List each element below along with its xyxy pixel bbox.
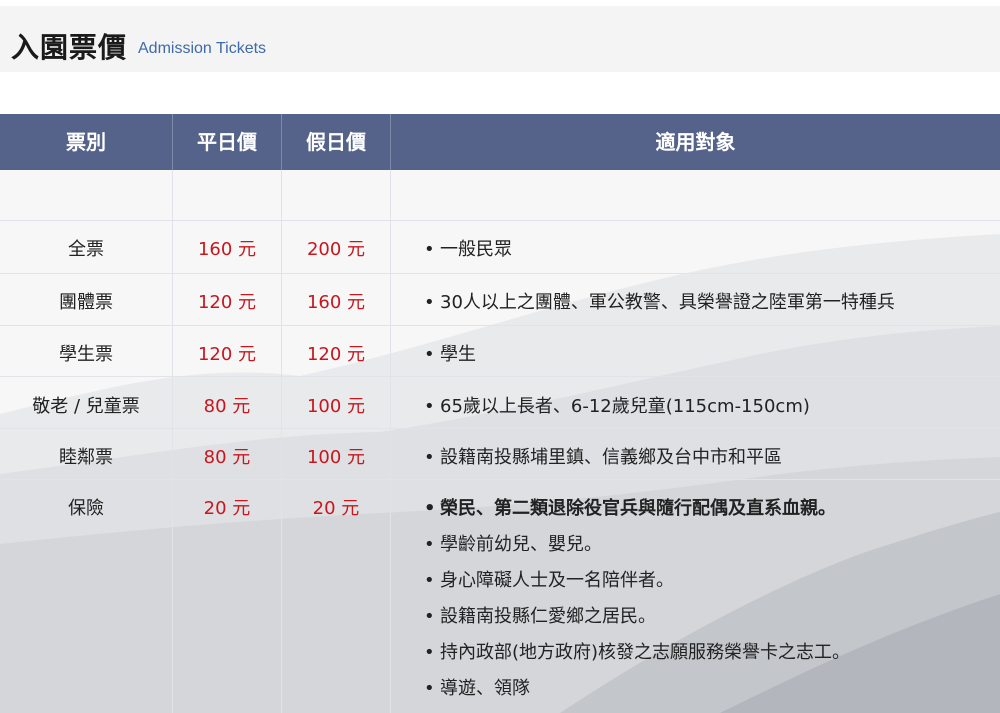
bullet-icon: • bbox=[424, 292, 435, 313]
table-header: 票別 平日價 假日價 適用對象 bbox=[0, 114, 1000, 170]
holiday-price: 120 元 bbox=[306, 344, 366, 365]
weekday-price: 20 元 bbox=[203, 498, 251, 519]
bullet-icon: • bbox=[424, 447, 435, 468]
holiday-price: 100 元 bbox=[306, 447, 366, 468]
holiday-price: 160 元 bbox=[306, 292, 366, 313]
ticket-type: 學生票 bbox=[59, 344, 113, 365]
bullet-icon: • bbox=[424, 678, 435, 699]
row-divider bbox=[0, 376, 1000, 377]
eligibility-item: • 身心障礙人士及一名陪伴者。 bbox=[424, 570, 674, 591]
holiday-price: 100 元 bbox=[306, 396, 366, 417]
header-holiday-price: 假日價 bbox=[306, 130, 366, 154]
ticket-type: 睦鄰票 bbox=[59, 447, 113, 468]
page-subtitle: Admission Tickets bbox=[138, 40, 267, 57]
col-divider bbox=[390, 114, 391, 713]
price-table: 票別 平日價 假日價 適用對象 全票 160 元 200 元 • 一般民眾 團體票… bbox=[0, 114, 1000, 713]
row-divider bbox=[0, 220, 1000, 221]
bullet-icon: • bbox=[424, 570, 435, 591]
page-title: 入園票價 bbox=[11, 31, 128, 64]
header-eligibility: 適用對象 bbox=[655, 130, 736, 154]
row-divider bbox=[0, 428, 1000, 429]
ticket-type: 敬老 / 兒童票 bbox=[32, 396, 140, 417]
eligibility-item: • 學齡前幼兒、嬰兒。 bbox=[424, 534, 602, 555]
eligibility-item: • 持內政部(地方政府)核發之志願服務榮譽卡之志工。 bbox=[424, 642, 851, 663]
header-weekday-price: 平日價 bbox=[197, 130, 257, 154]
ticket-type: 團體票 bbox=[59, 292, 113, 313]
row-divider bbox=[0, 479, 1000, 480]
eligibility-item: • 設籍南投縣仁愛鄉之居民。 bbox=[424, 606, 656, 627]
header-ticket-type: 票別 bbox=[66, 130, 106, 154]
weekday-price: 80 元 bbox=[203, 396, 251, 417]
ticket-type: 保險 bbox=[68, 498, 104, 519]
eligibility-item: • 榮民、第二類退除役官兵與隨行配偶及直系血親。 bbox=[424, 498, 836, 519]
bullet-icon: • bbox=[424, 534, 435, 555]
eligibility-item: • 設籍南投縣埔里鎮、信義鄉及台中市和平區 bbox=[424, 447, 782, 468]
bullet-icon: • bbox=[424, 396, 435, 417]
weekday-price: 120 元 bbox=[197, 344, 257, 365]
weekday-price: 160 元 bbox=[197, 239, 257, 260]
eligibility-item: • 一般民眾 bbox=[424, 239, 512, 260]
bullet-icon: • bbox=[424, 642, 435, 663]
eligibility-item: • 30人以上之團體、軍公教警、具榮譽證之陸軍第一特種兵 bbox=[424, 292, 895, 313]
bullet-icon: • bbox=[424, 498, 436, 519]
eligibility-item: • 導遊、領隊 bbox=[424, 678, 530, 699]
eligibility-item: • 學生 bbox=[424, 344, 476, 365]
row-divider bbox=[0, 273, 1000, 274]
ticket-type: 全票 bbox=[68, 239, 104, 260]
weekday-price: 120 元 bbox=[197, 292, 257, 313]
eligibility-item: • 65歲以上長者、6-12歲兒童(115cm-150cm) bbox=[424, 396, 810, 417]
row-divider bbox=[0, 325, 1000, 326]
title-bar: 入園票價 Admission Tickets bbox=[0, 6, 1000, 72]
bullet-icon: • bbox=[424, 606, 435, 627]
weekday-price: 80 元 bbox=[203, 447, 251, 468]
holiday-price: 20 元 bbox=[312, 498, 360, 519]
bullet-icon: • bbox=[424, 344, 435, 365]
holiday-price: 200 元 bbox=[306, 239, 366, 260]
bullet-icon: • bbox=[424, 239, 435, 260]
